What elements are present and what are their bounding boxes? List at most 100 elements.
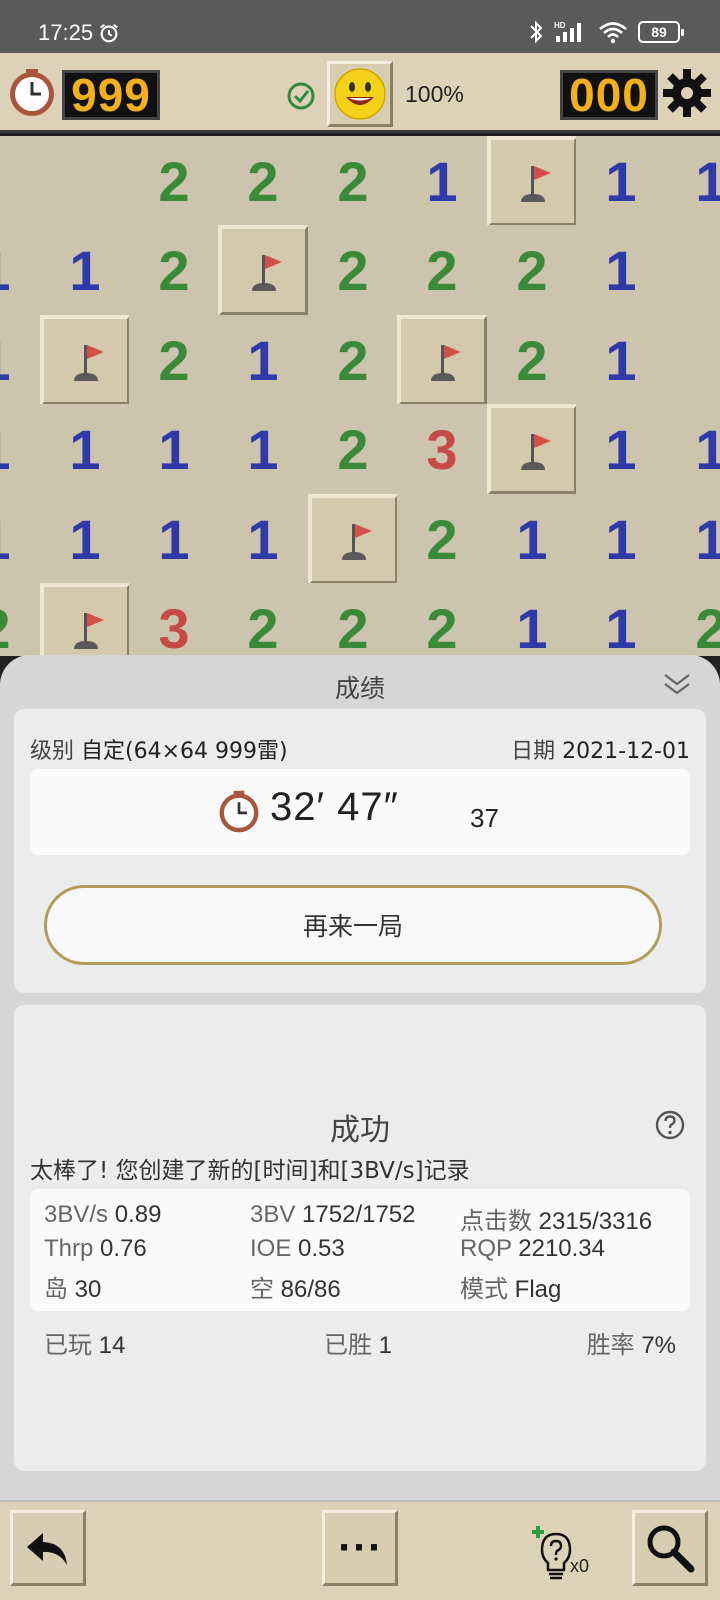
revealed-cell[interactable] [666,225,720,316]
revealed-cell[interactable]: 1 [218,315,309,406]
revealed-cell[interactable] [0,136,41,227]
revealed-cell[interactable]: 2 [218,583,309,656]
collapse-chevron-icon[interactable] [662,671,692,697]
revealed-cell[interactable]: 2 [487,315,578,406]
revealed-cell[interactable]: 2 [487,225,578,316]
flagged-cell[interactable] [397,315,488,406]
alarm-icon [100,23,118,43]
revealed-cell[interactable]: 3 [397,404,488,495]
stat-item: 点击数 2315/3316 [460,1201,652,1236]
flagged-cell[interactable] [487,136,578,227]
revealed-cell[interactable]: 2 [397,225,488,316]
stat-value: 2315/3316 [538,1208,653,1235]
search-button[interactable] [632,1510,708,1586]
flag-icon [73,612,104,649]
success-rate: 100% [405,81,464,107]
hint-button[interactable]: x0 [530,1522,600,1586]
flag-icon [520,165,551,202]
flag-icon [73,344,104,381]
revealed-cell[interactable]: 2 [129,136,220,227]
revealed-cell[interactable]: 2 [308,315,399,406]
flag-icon [430,344,461,381]
revealed-cell[interactable]: 1 [576,404,667,495]
revealed-cell[interactable]: 1 [487,583,578,656]
revealed-cell[interactable]: 1 [0,315,41,406]
revealed-cell[interactable]: 2 [666,583,720,656]
revealed-cell[interactable]: 1 [218,404,309,495]
sheet-title: 成绩 [334,674,385,703]
revealed-cell[interactable]: 1 [0,225,41,316]
revealed-cell[interactable]: 1 [129,404,220,495]
play-again-button[interactable]: 再来一局 [44,885,662,965]
more-button[interactable]: ··· [322,1510,398,1586]
stat-label: 点击数 [460,1208,532,1235]
smiley-reset-button[interactable] [327,61,393,127]
stat-item: 3BV/s 0.89 [44,1201,161,1229]
clock-icon [10,69,54,116]
flagged-cell[interactable] [487,404,578,495]
revealed-cell[interactable]: 1 [129,494,220,585]
flag-icon [520,433,551,470]
flagged-cell[interactable] [40,583,131,656]
minefield[interactable]: 2221111122221121221111123111111211123222… [0,136,720,656]
revealed-cell[interactable]: 2 [308,583,399,656]
stat-value: 1752/1752 [302,1201,416,1228]
bluetooth-icon [530,20,543,44]
battery-level: 89 [651,24,667,40]
undo-button[interactable] [10,1510,86,1586]
revealed-cell[interactable]: 2 [397,583,488,656]
revealed-cell[interactable]: 1 [40,494,131,585]
revealed-cell[interactable]: 1 [576,583,667,656]
flagged-cell[interactable] [40,315,131,406]
signal-icon: HD [554,21,581,42]
revealed-cell[interactable]: 1 [0,494,41,585]
time-result: 32′ 47″ 37 [30,769,690,855]
stat-label: Thrp [44,1235,94,1262]
revealed-cell[interactable]: 1 [0,404,41,495]
revealed-cell[interactable]: 3 [129,583,220,656]
revealed-cell[interactable]: 1 [666,404,720,495]
revealed-cell[interactable]: 2 [308,404,399,495]
flag-icon [341,523,372,560]
mines-counter: 999 [62,70,160,120]
undo-arrow-icon [27,1533,67,1565]
games-played: 已玩 14 [44,1332,126,1359]
flagged-cell[interactable] [308,494,399,585]
smiley-face-icon [334,68,386,120]
help-icon[interactable] [654,1109,686,1141]
revealed-cell[interactable]: 1 [666,494,720,585]
revealed-cell[interactable]: 1 [40,225,131,316]
level-value: 自定(64×64 999雷) [81,739,288,764]
date-value: 2021-12-01 [562,739,690,764]
revealed-cell[interactable]: 2 [129,315,220,406]
revealed-cell[interactable]: 1 [576,136,667,227]
results-sheet: 成绩 级别 自定(64×64 999雷) 日期 2021-12-01 32′ 4… [0,655,720,1500]
stat-item: IOE 0.53 [250,1235,345,1263]
revealed-cell[interactable]: 1 [218,494,309,585]
revealed-cell[interactable]: 1 [487,494,578,585]
revealed-cell[interactable]: 1 [397,136,488,227]
stat-item: RQP 2210.34 [460,1235,605,1263]
revealed-cell[interactable] [666,315,720,406]
revealed-cell[interactable]: 1 [666,136,720,227]
stats-card: 成功 太棒了! 您创建了新的[时间]和[3BV/s]记录 3BV/s 0.89 3… [14,1005,706,1471]
revealed-cell[interactable]: 1 [576,315,667,406]
revealed-cell[interactable]: 1 [576,494,667,585]
revealed-cell[interactable]: 2 [0,583,41,656]
flagged-cell[interactable] [218,225,309,316]
stat-item: Thrp 0.76 [44,1235,147,1263]
wifi-icon [599,22,627,44]
revealed-cell[interactable]: 2 [308,136,399,227]
revealed-cell[interactable] [40,136,131,227]
revealed-cell[interactable]: 2 [218,136,309,227]
revealed-cell[interactable]: 2 [129,225,220,316]
revealed-cell[interactable]: 1 [576,225,667,316]
revealed-cell[interactable]: 2 [308,225,399,316]
result-card: 级别 自定(64×64 999雷) 日期 2021-12-01 32′ 47″ … [14,709,706,993]
revealed-cell[interactable]: 1 [40,404,131,495]
revealed-cell[interactable]: 2 [397,494,488,585]
gear-icon[interactable] [661,67,713,119]
stat-value: 2210.34 [518,1235,606,1262]
status-bar: 17:25 HD 89 [0,0,720,53]
hint-bulb-icon [532,1526,572,1580]
